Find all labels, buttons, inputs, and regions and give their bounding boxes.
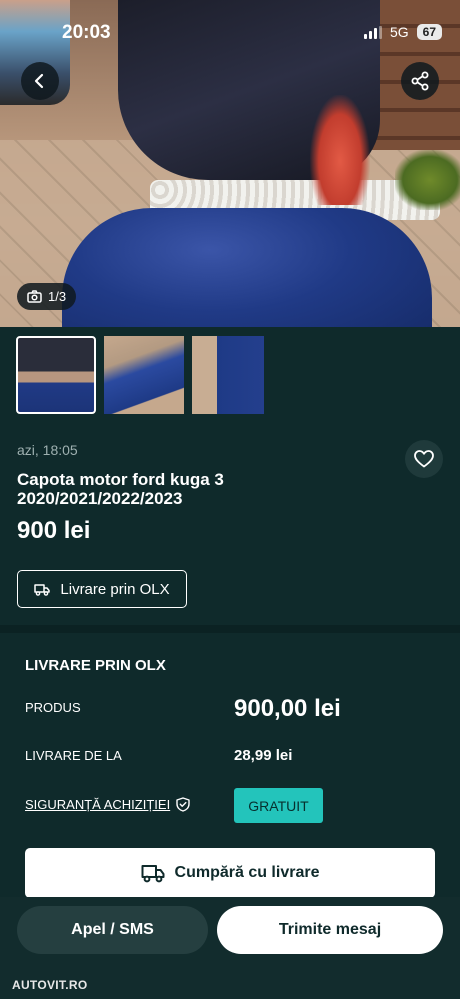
heart-icon — [414, 450, 434, 468]
buy-with-delivery-label: Cumpără cu livrare — [174, 864, 320, 881]
thumbnail-3[interactable] — [192, 336, 264, 414]
purchase-safety-label: SIGURANȚĂ ACHIZIȚIEI — [25, 797, 171, 812]
free-badge: GRATUIT — [234, 788, 323, 823]
thumbnail-2[interactable] — [104, 336, 184, 414]
photo-counter-text: 1/3 — [48, 289, 67, 304]
listing-price: 900 lei — [17, 517, 91, 544]
product-value: 900,00 lei — [234, 695, 341, 722]
call-sms-button[interactable]: Apel / SMS — [17, 906, 208, 954]
autovit-watermark: AUTOVIT.RO — [12, 978, 88, 992]
network-type: 5G — [389, 24, 409, 40]
photo-blue-hood — [62, 208, 432, 327]
back-arrow-icon — [34, 73, 44, 89]
status-time: 20:03 — [62, 22, 111, 43]
battery-icon: 67 — [416, 24, 442, 40]
purchase-safety-link[interactable]: SIGURANȚĂ ACHIZIȚIEI — [25, 797, 190, 812]
camera-icon — [27, 290, 42, 303]
shipping-label: LIVRARE DE LA — [25, 748, 122, 763]
truck-icon — [34, 583, 51, 596]
delivery-section-title: LIVRARE PRIN OLX — [25, 657, 166, 674]
share-icon — [411, 71, 429, 91]
listing-title: Capota motor ford kuga 3 2020/2021/2022/… — [17, 470, 224, 508]
photo-counter: 1/3 — [17, 283, 77, 310]
shield-check-icon — [176, 797, 190, 812]
photo-bush — [395, 150, 460, 210]
status-icons: 5G 67 — [363, 24, 442, 40]
main-photo[interactable] — [0, 0, 460, 327]
thumbnail-strip — [16, 336, 264, 414]
send-message-button[interactable]: Trimite mesaj — [217, 906, 443, 954]
thumbnail-1[interactable] — [16, 336, 96, 414]
olx-delivery-chip-label: Livrare prin OLX — [60, 580, 170, 598]
photo-red-plant — [310, 95, 370, 205]
truck-icon — [141, 865, 165, 883]
favorite-button[interactable] — [405, 440, 443, 478]
back-button[interactable] — [21, 62, 59, 100]
listing-page: 20:03 5G 67 1/3 azi, 18:05 Capota motor … — [0, 0, 460, 999]
olx-delivery-chip[interactable]: Livrare prin OLX — [17, 570, 187, 608]
shipping-value: 28,99 lei — [234, 747, 293, 764]
section-divider — [0, 625, 460, 633]
buy-with-delivery-button[interactable]: Cumpără cu livrare — [25, 848, 435, 898]
share-button[interactable] — [401, 62, 439, 100]
posted-date: azi, 18:05 — [17, 442, 78, 458]
product-label: PRODUS — [25, 700, 81, 715]
signal-icon — [363, 25, 382, 39]
